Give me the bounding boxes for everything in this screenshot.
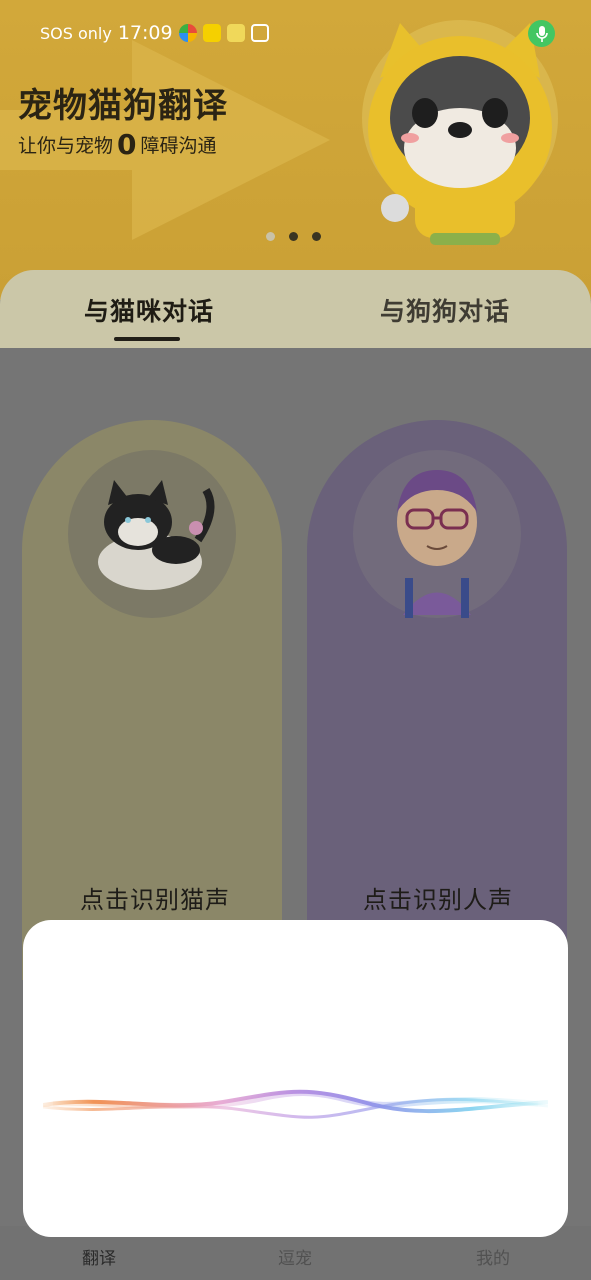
app-screen: 宠物猫狗翻译 让你与宠物 0 障碍沟通 SOS only 17:09 与猫咪对话… [0,0,591,1280]
recognize-human-voice-label[interactable]: 点击识别人声 [363,880,513,915]
app-notification-icon [202,24,221,42]
voice-waveform-animation [43,1089,548,1119]
banner-subtitle: 让你与宠物 0 障碍沟通 [18,128,217,161]
recognize-cat-sound-label[interactable]: 点击识别猫声 [80,880,230,915]
chat-mode-tabs: 与猫咪对话 与狗狗对话 [0,270,591,348]
cat-avatar [68,450,236,618]
app-notification-icon [226,24,245,42]
tab-cat-chat[interactable]: 与猫咪对话 [84,292,214,328]
cat-illustration [98,480,215,590]
pagination-dot[interactable] [312,232,321,241]
tab-dog-chat[interactable]: 与狗狗对话 [380,292,510,328]
person-illustration [397,470,477,618]
banner-title: 宠物猫狗翻译 [18,86,228,126]
voice-input-sheet[interactable] [23,920,568,1237]
status-bar: SOS only 17:09 [0,0,591,66]
carrier-label: SOS only [40,23,112,43]
pagination-dot[interactable] [289,232,298,241]
clock-time: 17:09 [117,22,173,44]
banner-subtitle-prefix: 让你与宠物 [18,135,114,157]
banner-subtitle-suffix: 障碍沟通 [140,135,217,157]
active-tab-indicator [114,337,180,341]
app-notification-icon [178,24,197,42]
nav-item-translate[interactable]: 翻译 [82,1244,116,1269]
mic-icon [535,25,548,42]
app-notification-icon [250,24,269,42]
pagination-dot[interactable] [266,232,275,241]
banner-subtitle-number: 0 [117,128,137,161]
microphone-indicator-icon[interactable] [528,20,555,47]
nav-item-mine[interactable]: 我的 [476,1244,510,1269]
banner-pagination [266,232,321,241]
human-avatar [353,450,521,618]
nav-item-play[interactable]: 逗宠 [278,1244,312,1269]
